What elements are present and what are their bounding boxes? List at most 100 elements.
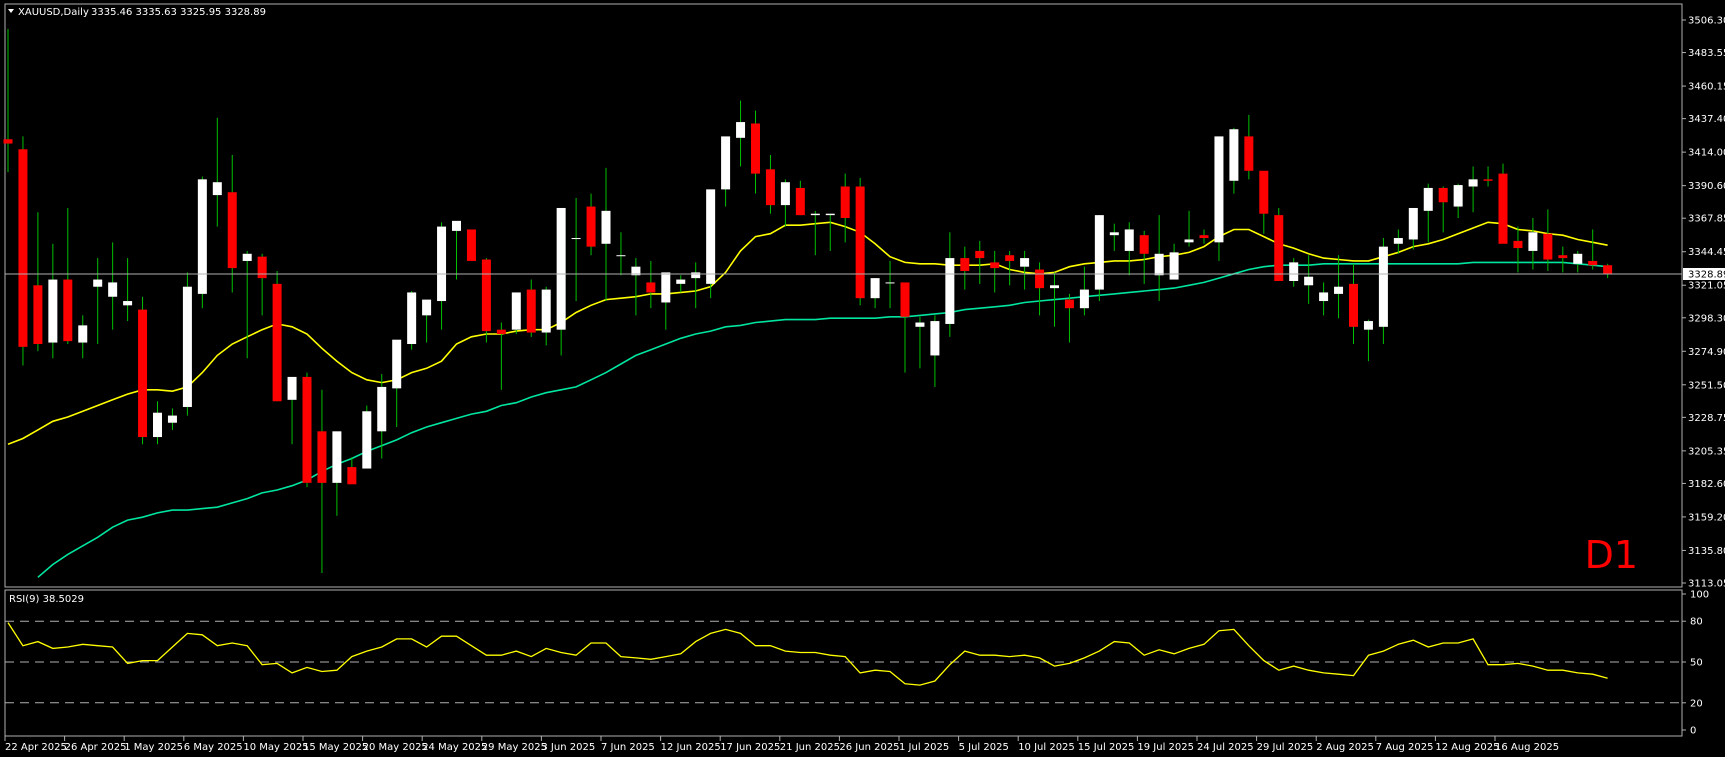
candle xyxy=(452,220,461,280)
candle-body xyxy=(930,321,940,356)
candle-body xyxy=(1154,253,1164,276)
candle-body xyxy=(123,301,133,306)
candle xyxy=(481,258,491,343)
candle-body xyxy=(197,179,207,294)
price-tick-label: 3414.00 xyxy=(1688,148,1725,159)
rsi-line xyxy=(7,622,1608,686)
candle xyxy=(721,136,731,207)
time-tick-label: 7 Jun 2025 xyxy=(601,742,655,753)
time-tick-label: 22 Apr 2025 xyxy=(5,742,67,753)
candle xyxy=(48,243,58,359)
price-tick-label: 3506.30 xyxy=(1688,16,1725,27)
candle xyxy=(765,155,775,214)
price-tick-label: 3483.55 xyxy=(1688,48,1725,59)
candle xyxy=(975,240,985,284)
candle-body xyxy=(691,272,701,279)
candle xyxy=(736,100,746,167)
time-tick-label: 24 Jul 2025 xyxy=(1197,742,1254,753)
candle-body xyxy=(1169,252,1179,280)
candle-body xyxy=(571,238,581,240)
candle-body xyxy=(1483,179,1493,181)
candle-body xyxy=(601,210,611,244)
candle-body xyxy=(1393,238,1403,244)
candle-body xyxy=(1289,262,1299,281)
candle-body xyxy=(945,258,955,324)
symbol-label: XAUUSD,Daily xyxy=(18,7,89,18)
rsi-tick-label: 80 xyxy=(1690,617,1703,628)
candle xyxy=(1229,127,1239,194)
candle-body xyxy=(452,220,461,231)
candle-body xyxy=(362,411,372,469)
price-tick-label: 3321.05 xyxy=(1688,281,1725,292)
candle-body xyxy=(1423,187,1433,211)
candle-body xyxy=(257,256,267,279)
rsi-tick-label: 20 xyxy=(1690,698,1703,709)
candle xyxy=(691,262,701,309)
candle-body xyxy=(1468,179,1478,187)
candle-body xyxy=(227,192,237,269)
candle-body xyxy=(1064,299,1074,309)
candle xyxy=(1184,210,1194,247)
candle xyxy=(751,110,760,194)
candle-body xyxy=(586,206,596,247)
candle xyxy=(257,253,267,316)
rsi-label: RSI(9) 38.5029 xyxy=(9,594,84,605)
price-tick-label: 3182.60 xyxy=(1688,479,1725,490)
candle-body xyxy=(1453,185,1463,207)
candle xyxy=(1214,136,1224,261)
time-tick-label: 3 Jun 2025 xyxy=(541,742,595,753)
candle-body xyxy=(1244,136,1254,171)
rsi-axis: 100 80 50 20 0 xyxy=(1682,590,1709,737)
candle xyxy=(1020,250,1030,290)
candle xyxy=(780,179,790,227)
candle xyxy=(317,389,327,574)
candle xyxy=(526,279,536,337)
candle-body xyxy=(1408,207,1418,240)
candle-body xyxy=(721,136,731,190)
candle-body xyxy=(1035,269,1045,289)
candle-body xyxy=(855,186,865,299)
candle xyxy=(392,339,402,428)
candle-body xyxy=(1050,285,1059,289)
candle xyxy=(18,136,28,366)
candle xyxy=(33,212,43,352)
candle-body xyxy=(1229,129,1239,181)
candle-body xyxy=(1498,173,1508,244)
candle xyxy=(1408,207,1418,250)
candle xyxy=(1363,319,1373,362)
candle xyxy=(466,229,476,261)
candle-body xyxy=(377,386,387,432)
candle-body xyxy=(765,169,775,206)
candle-body xyxy=(1005,255,1015,261)
collapse-triangle-icon[interactable] xyxy=(8,9,14,13)
candle xyxy=(212,117,222,227)
time-tick-label: 17 Jun 2025 xyxy=(720,742,780,753)
time-tick-label: 24 May 2025 xyxy=(422,742,487,753)
timeframe-label: D1 xyxy=(1585,533,1638,577)
candle xyxy=(960,246,970,290)
trading-chart[interactable]: 3506.30 3483.55 3460.15 3437.40 3414.00 3390.… xyxy=(0,0,1725,757)
candle-body xyxy=(1139,235,1149,254)
price-tick-label: 3298.30 xyxy=(1688,313,1725,324)
candle xyxy=(1558,246,1568,273)
candle xyxy=(1199,229,1209,244)
candle xyxy=(437,222,447,330)
candle xyxy=(631,258,641,316)
candle xyxy=(182,272,192,416)
time-tick-label: 7 Aug 2025 xyxy=(1376,742,1434,753)
candle xyxy=(332,431,342,516)
time-tick-label: 20 May 2025 xyxy=(363,742,428,753)
price-tick-label: 3113.05 xyxy=(1688,579,1725,590)
candle xyxy=(870,278,880,309)
candle xyxy=(706,189,716,299)
candle xyxy=(795,180,805,216)
ma-lines xyxy=(7,221,1608,578)
candle xyxy=(347,457,357,485)
price-tick-label: 3367.85 xyxy=(1688,214,1725,225)
candle-body xyxy=(167,415,177,423)
candle-body xyxy=(138,309,148,438)
candle-body xyxy=(825,213,835,216)
candle xyxy=(108,242,118,330)
candle-body xyxy=(1363,321,1373,330)
candle-body xyxy=(1349,283,1358,327)
